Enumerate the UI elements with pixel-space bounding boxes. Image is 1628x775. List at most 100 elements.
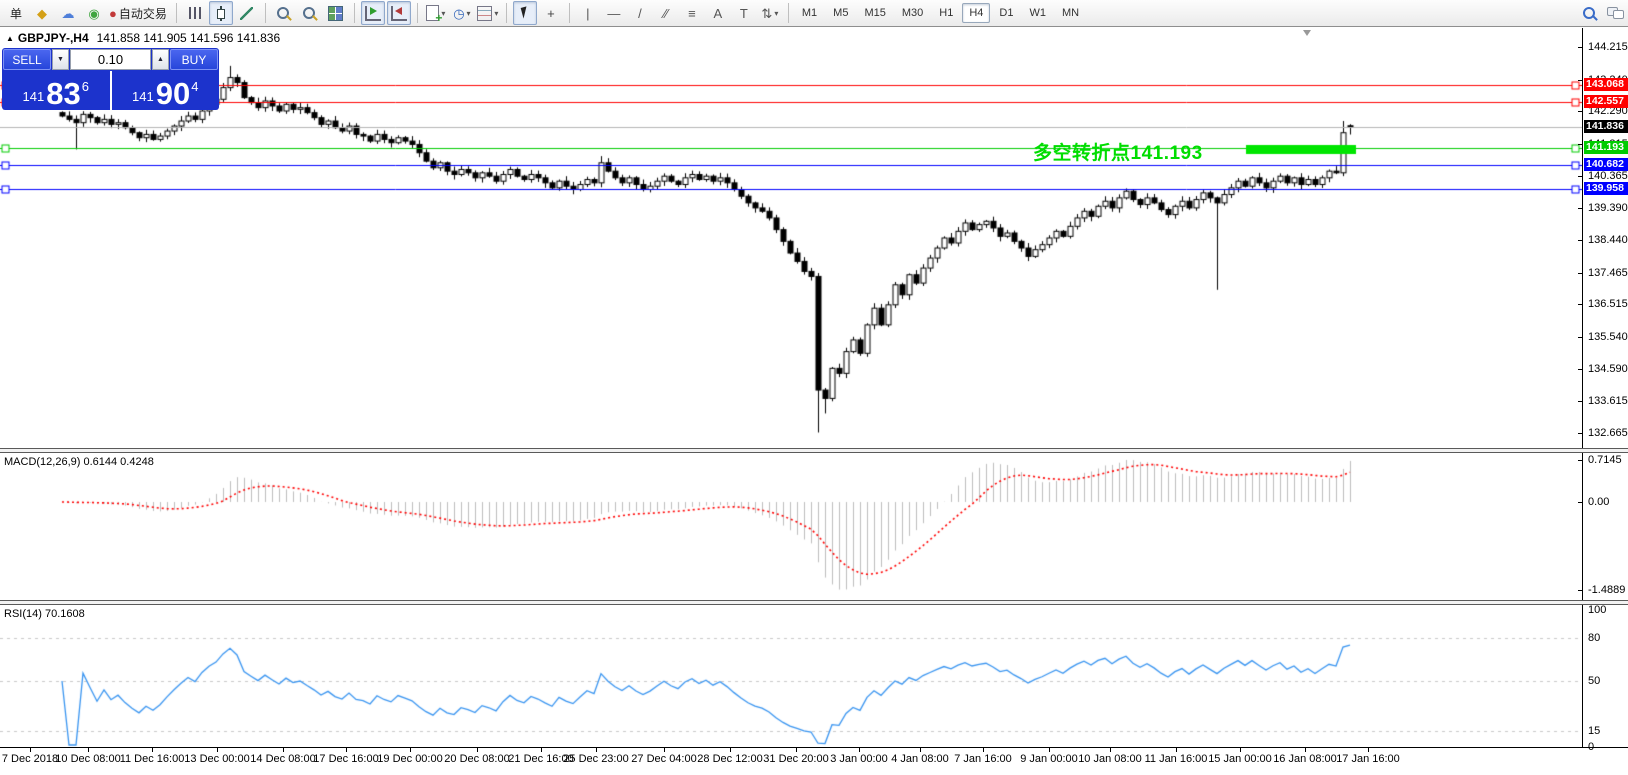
buy-button[interactable]: BUY [170, 49, 218, 70]
new-order-button-label: 单 [9, 6, 22, 21]
auto-trading-button[interactable]: ● 自动交易 [108, 1, 170, 25]
zoom-out-icon[interactable] [298, 1, 322, 25]
cursor-icon[interactable] [512, 1, 537, 25]
fibonacci-icon[interactable]: ≡ [680, 1, 704, 25]
toolbar-separator [353, 3, 355, 23]
volume-increase-button[interactable]: ▲ [152, 49, 169, 70]
timeframe-w1-button[interactable]: W1 [1022, 3, 1053, 23]
annotation-text: 多空转折点141.193 [1033, 143, 1203, 164]
time-axis-tick [152, 748, 153, 752]
timeframe-d1-button[interactable]: D1 [992, 3, 1020, 23]
rsi-axis-label: 15 [1588, 725, 1601, 737]
trendline-icon[interactable]: / [628, 1, 652, 25]
chevron-down-icon[interactable]: ▾ [494, 9, 498, 18]
rsi-panel-canvas[interactable] [0, 605, 1583, 747]
tile-windows-icon[interactable] [324, 1, 348, 25]
time-axis-tick [1110, 748, 1111, 752]
panel-splitter-macd[interactable] [0, 448, 1628, 453]
chart-window-icon: ◆ [37, 5, 47, 21]
chat-icon [1606, 6, 1624, 20]
price-axis-tick [1578, 273, 1583, 274]
time-axis-tick [920, 748, 921, 752]
time-axis-tick [477, 748, 478, 752]
toolbar-separator [416, 3, 418, 23]
search-icon[interactable] [1577, 1, 1601, 25]
indicators-icon[interactable]: ▾ [424, 1, 448, 25]
cloud-sync-icon[interactable]: ☁ [56, 1, 80, 25]
equidistant-channel-icon[interactable]: ∕∕ [654, 1, 678, 25]
templates-icon[interactable]: ▾ [476, 1, 500, 25]
price-level-badge: 141.193 [1584, 141, 1628, 154]
vertical-line-icon: | [586, 5, 590, 21]
vertical-line-icon[interactable]: | [576, 1, 600, 25]
arrows-icon[interactable]: ⇅ ▾ [758, 1, 782, 25]
price-chart-canvas[interactable] [0, 28, 1583, 448]
equidistant-channel-icon: ∕∕ [663, 5, 669, 21]
zoom-out-icon [302, 6, 317, 21]
text-label-icon[interactable]: T [732, 1, 756, 25]
chart-shift-icon[interactable] [386, 1, 411, 25]
timeframe-m30-button[interactable]: M30 [895, 3, 930, 23]
panel-splitter-rsi[interactable] [0, 600, 1628, 605]
timeframe-h1-button[interactable]: H1 [932, 3, 960, 23]
toolbar-separator [787, 3, 789, 23]
candlestick-chart-icon [215, 5, 227, 21]
crosshair-icon[interactable]: + [539, 1, 563, 25]
price-axis-label: 137.465 [1588, 267, 1628, 279]
horizontal-line-icon: — [607, 5, 621, 21]
timeframe-m15-button[interactable]: M15 [857, 3, 892, 23]
chevron-down-icon[interactable]: ▾ [774, 9, 778, 18]
collapse-arrow-icon[interactable]: ▲ [6, 34, 14, 43]
crosshair-icon: + [547, 5, 555, 21]
periods-icon[interactable]: ◷ ▾ [450, 1, 474, 25]
horizontal-line-icon[interactable]: — [602, 1, 626, 25]
time-axis-tick [283, 748, 284, 752]
line-chart-icon[interactable] [235, 1, 259, 25]
sell-price-small: 141 [22, 89, 45, 104]
buy-price-sup: 4 [191, 79, 199, 94]
time-axis-tick [1305, 748, 1306, 752]
bar-chart-icon[interactable] [183, 1, 207, 25]
price-axis-tick [1578, 111, 1583, 112]
timeframe-h4-button[interactable]: H4 [962, 3, 991, 23]
time-axis-tick [541, 748, 542, 752]
signal-icon: ◉ [88, 5, 100, 21]
sell-price[interactable]: 141 83 6 [2, 71, 112, 110]
chart-window-icon[interactable]: ◆ [30, 1, 54, 25]
timeframe-m5-button[interactable]: M5 [826, 3, 855, 23]
volume-input[interactable]: 0.10 [70, 49, 151, 70]
rsi-axis-label: 50 [1588, 675, 1601, 687]
price-axis-tick [1578, 80, 1583, 81]
sell-button[interactable]: SELL [3, 49, 51, 70]
zoom-in-icon[interactable] [272, 1, 296, 25]
text-icon: A [713, 5, 723, 21]
toolbar: 单◆☁◉●自动交易▾◷▾▾+|—/∕∕≡AT⇅▾M1M5M15M30H1H4D1… [0, 0, 1628, 27]
time-axis-tick [664, 748, 665, 752]
line-chart-icon [240, 6, 254, 20]
time-axis-tick [1049, 748, 1050, 752]
price-axis-tick [1578, 176, 1583, 177]
text-label-icon: T [739, 5, 748, 21]
auto-trading-button: ● [109, 5, 117, 21]
price-axis-tick [1578, 369, 1583, 370]
macd-axis-tick [1578, 460, 1583, 461]
auto-scroll-icon[interactable] [360, 1, 385, 25]
text-icon[interactable]: A [706, 1, 730, 25]
auto-trading-button-label: 自动交易 [118, 6, 167, 21]
candlestick-chart-icon[interactable] [208, 1, 233, 25]
cursor-icon [520, 5, 530, 19]
new-order-button[interactable]: 单 [4, 1, 28, 25]
price-axis-tick [1578, 401, 1583, 402]
signal-icon[interactable]: ◉ [82, 1, 106, 25]
chart-shift-marker-icon[interactable] [1303, 30, 1311, 36]
timeframe-m1-button[interactable]: M1 [795, 3, 824, 23]
buy-price[interactable]: 141 90 4 [112, 71, 220, 110]
rsi-axis-label: 100 [1588, 604, 1607, 616]
chevron-down-icon[interactable]: ▾ [467, 9, 471, 18]
macd-panel-canvas[interactable] [0, 453, 1583, 600]
volume-decrease-button[interactable]: ▼ [52, 49, 69, 70]
trendline-icon: / [638, 5, 642, 21]
sell-price-sup: 6 [81, 79, 89, 94]
chat-icon[interactable] [1603, 1, 1627, 25]
timeframe-mn-button[interactable]: MN [1055, 3, 1086, 23]
